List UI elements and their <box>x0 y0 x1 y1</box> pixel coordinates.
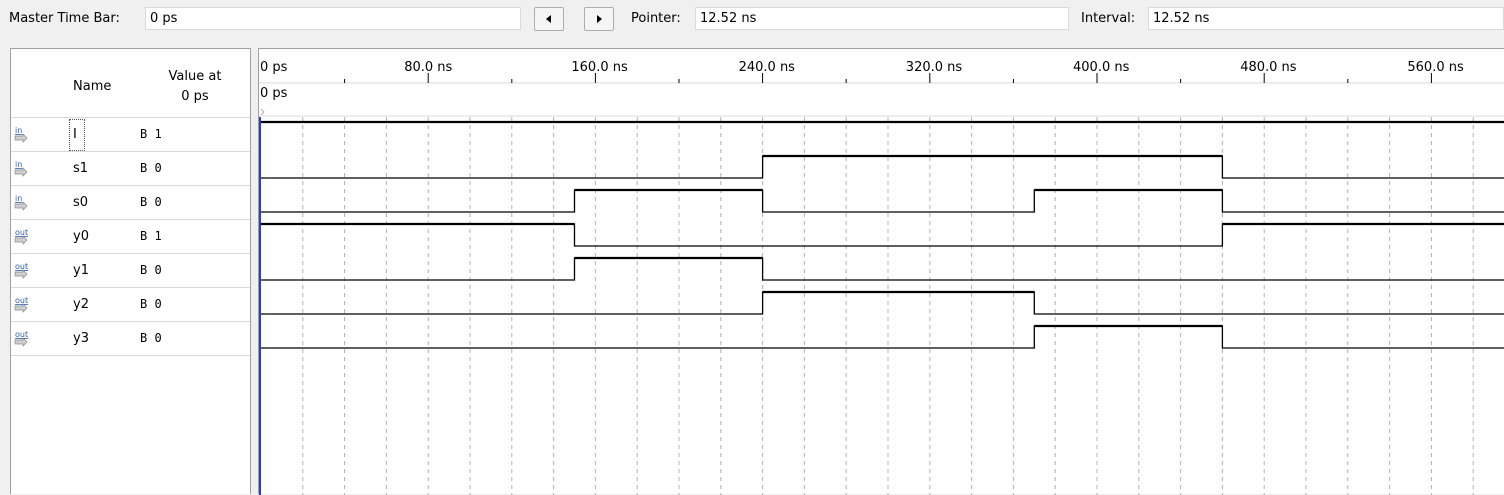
signal-value: B 0 <box>140 331 162 345</box>
prev-transition-button[interactable] <box>534 7 564 31</box>
value-header-line2: 0 ps <box>181 89 209 104</box>
waveform-y0 <box>261 223 1504 247</box>
signal-value: B 0 <box>140 297 162 311</box>
time-bar-toolbar: Master Time Bar: 0 ps Pointer: 12.52 ns … <box>0 0 1504 40</box>
signal-name: y0 <box>73 229 89 244</box>
svg-text:in: in <box>15 160 22 169</box>
signal-value: B 1 <box>140 127 162 141</box>
signal-value: B 0 <box>140 195 162 209</box>
signal-row-y3[interactable]: out y3 B 0 <box>11 321 250 356</box>
waveform-s0 <box>261 189 1504 213</box>
pointer-label: Pointer: <box>631 11 681 26</box>
signal-name: s0 <box>73 195 89 210</box>
svg-text:out: out <box>15 228 28 237</box>
output-pin-icon: out <box>14 228 28 245</box>
waveform-panel[interactable]: 0 ps 80.0 ns 160.0 ns 240.0 ns 320.0 ns 400.0… <box>258 48 1504 495</box>
input-pin-icon: in <box>14 160 28 177</box>
waveform-y2 <box>261 291 1504 315</box>
svg-text:out: out <box>15 296 28 305</box>
signal-value: B 1 <box>140 229 162 243</box>
cursor-handle-icon <box>260 108 265 116</box>
signal-row-s0[interactable]: in s0 B 0 <box>11 185 250 219</box>
waveform-y1 <box>261 257 1504 281</box>
signal-list-panel: Name Value at 0 ps in I B 1 in s1 B 0 in s0 B 0o… <box>10 48 251 494</box>
value-column-header[interactable]: Value at 0 ps <box>140 49 250 117</box>
signal-name: y2 <box>73 297 89 312</box>
ruler-label: 480.0 ns <box>1240 60 1297 75</box>
triangle-right-icon <box>597 15 602 23</box>
interval-label: Interval: <box>1081 11 1136 26</box>
ruler-label: 80.0 ns <box>404 60 452 75</box>
signal-value: B 0 <box>140 161 162 175</box>
signal-row-y1[interactable]: out y1 B 0 <box>11 253 250 287</box>
svg-text:in: in <box>15 194 22 203</box>
signal-value: B 0 <box>140 263 162 277</box>
ruler-label: 160.0 ns <box>571 60 628 75</box>
svg-text:out: out <box>15 330 28 339</box>
waveform-y3 <box>261 325 1504 349</box>
input-pin-icon: in <box>14 194 28 211</box>
signal-row-y0[interactable]: out y0 B 1 <box>11 219 250 253</box>
ruler-label: 240.0 ns <box>739 60 796 75</box>
svg-text:in: in <box>15 126 22 135</box>
output-pin-icon: out <box>14 296 28 313</box>
ruler-label: 400.0 ns <box>1073 60 1130 75</box>
output-pin-icon: out <box>14 330 28 347</box>
signal-name: y3 <box>73 331 89 346</box>
ruler-label: 320.0 ns <box>906 60 963 75</box>
value-header-line1: Value at <box>168 69 222 84</box>
signal-row-y2[interactable]: out y2 B 0 <box>11 287 250 321</box>
master-time-bar-field[interactable]: 0 ps <box>145 7 521 30</box>
ruler-label: 0 ps <box>260 60 288 75</box>
pointer-field[interactable]: 12.52 ns <box>695 7 1069 30</box>
signal-row-I[interactable]: in I B 1 <box>11 117 250 151</box>
focus-rectangle <box>69 119 85 151</box>
signal-name: y1 <box>73 263 89 278</box>
next-transition-button[interactable] <box>584 7 614 31</box>
svg-text:out: out <box>15 262 28 271</box>
waveform-canvas[interactable]: 0 ps 80.0 ns 160.0 ns 240.0 ns 320.0 ns 400.0… <box>259 49 1504 495</box>
name-column-header[interactable]: Name <box>11 49 140 117</box>
input-pin-icon: in <box>14 126 28 143</box>
master-time-bar-label: Master Time Bar: <box>9 11 120 26</box>
triangle-left-icon <box>546 15 551 23</box>
signal-row-s1[interactable]: in s1 B 0 <box>11 151 250 185</box>
signal-name: s1 <box>73 161 89 176</box>
ruler-label: 560.0 ns <box>1407 60 1464 75</box>
name-header-label: Name <box>73 79 112 94</box>
interval-field[interactable]: 12.52 ns <box>1148 7 1504 30</box>
cursor-time-label: 0 ps <box>260 86 288 101</box>
output-pin-icon: out <box>14 262 28 279</box>
waveform-s1 <box>261 155 1504 179</box>
